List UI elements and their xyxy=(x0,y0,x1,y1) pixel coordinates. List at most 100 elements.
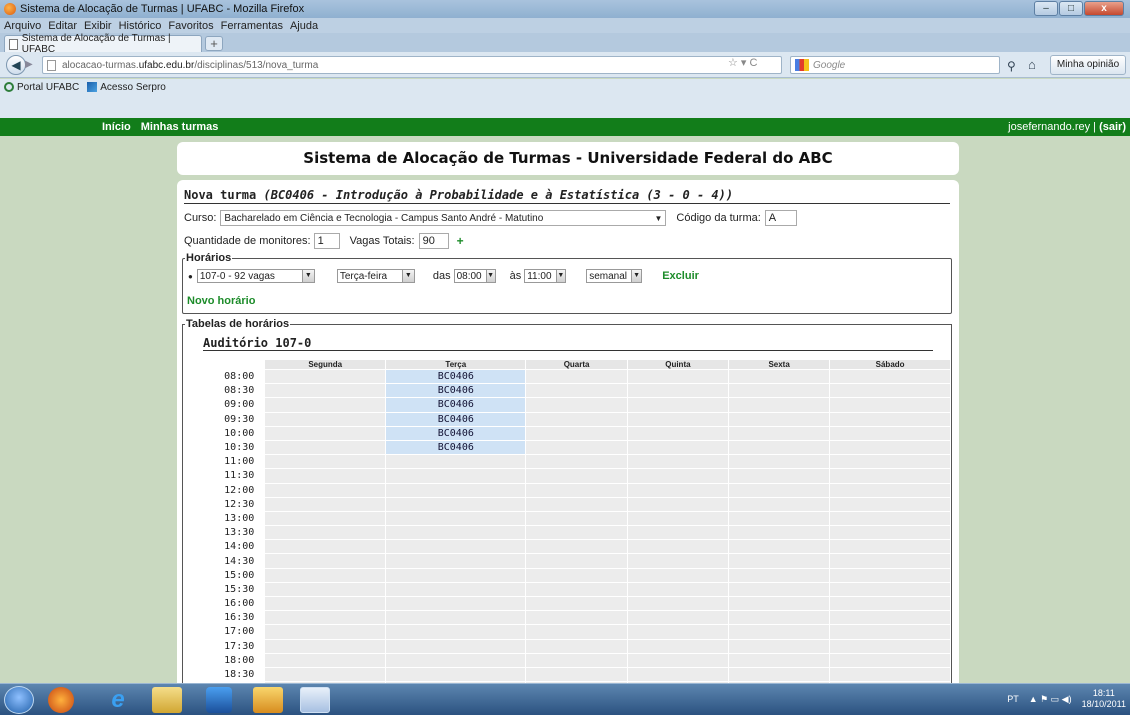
monitores-row: Quantidade de monitores: 1 Vagas Totais:… xyxy=(184,233,464,249)
opinion-button[interactable]: Minha opinião xyxy=(1050,55,1126,75)
star-reload-icons[interactable]: ☆ ▾ C xyxy=(728,56,757,69)
empty-slot xyxy=(829,525,951,541)
empty-slot xyxy=(385,624,527,640)
empty-slot xyxy=(626,638,730,654)
table-row: 12:00 xyxy=(202,482,951,498)
mail-taskbar-icon[interactable] xyxy=(253,687,283,713)
table-row: 10:30 BC0406 xyxy=(202,439,951,456)
as-select[interactable]: 11:00 ▼ xyxy=(524,269,567,283)
empty-slot xyxy=(829,666,951,683)
occupied-slot: BC0406 xyxy=(385,411,527,427)
minimize-button[interactable]: – xyxy=(1034,1,1058,16)
sala-title: Auditório 107-0 xyxy=(203,336,933,351)
das-select[interactable]: 08:00 ▼ xyxy=(453,269,496,283)
empty-slot xyxy=(829,439,951,456)
course-title: (BC0406 - Introdução à Probabilidade e à… xyxy=(263,188,734,202)
empty-slot xyxy=(626,439,730,456)
add-vagas-button[interactable]: + xyxy=(457,234,464,248)
new-tab-button[interactable]: + xyxy=(205,36,223,51)
bookmark-serpro[interactable]: Acesso Serpro xyxy=(87,82,166,93)
empty-slot xyxy=(525,525,628,541)
menu-arquivo[interactable]: Arquivo xyxy=(4,20,41,32)
menu-ferramentas[interactable]: Ferramentas xyxy=(221,20,283,32)
sala-select[interactable]: 107-0 - 92 vagas ▼ xyxy=(196,269,315,283)
url-bar[interactable]: alocacao-turmas. ufabc.edu.br/disciplinas… xyxy=(42,56,782,74)
time-cell: 18:30 xyxy=(202,666,266,683)
maximize-button[interactable]: □ xyxy=(1059,1,1083,16)
empty-slot xyxy=(829,510,951,527)
horario-row: ● 107-0 - 92 vagas ▼ Terça-feira ▼ das 08:… xyxy=(188,269,699,283)
menu-exibir[interactable]: Exibir xyxy=(84,20,112,32)
table-row: 10:00 BC0406 xyxy=(202,425,951,441)
table-row: 15:00 xyxy=(202,567,951,583)
empty-slot xyxy=(525,468,628,484)
empty-slot xyxy=(626,553,730,569)
start-button[interactable] xyxy=(4,686,34,714)
menu-historico[interactable]: Histórico xyxy=(119,20,162,32)
time-cell: 09:00 xyxy=(202,397,266,413)
empty-slot xyxy=(728,496,831,512)
search-bar[interactable]: Google xyxy=(790,56,1000,74)
time-cell: 11:00 xyxy=(202,454,266,470)
empty-slot xyxy=(829,624,951,640)
table-row: 11:30 xyxy=(202,468,951,484)
folder-taskbar-icon[interactable] xyxy=(152,687,182,713)
serpro-icon xyxy=(87,82,98,93)
back-button[interactable]: ◀ xyxy=(6,55,26,75)
empty-slot xyxy=(264,454,387,470)
time-cell: 17:00 xyxy=(202,624,266,640)
word-taskbar-icon[interactable] xyxy=(300,687,330,713)
nav-minhas-turmas[interactable]: Minhas turmas xyxy=(141,121,219,133)
search-icon[interactable]: ⚲ xyxy=(1007,59,1016,73)
url-prefix: alocacao-turmas. xyxy=(62,59,139,71)
bookmark-label: Portal UFABC xyxy=(17,82,80,93)
day-header: Sábado xyxy=(829,359,951,370)
dia-select[interactable]: Terça-feira ▼ xyxy=(336,269,415,283)
nav-inicio[interactable]: Início xyxy=(102,121,131,133)
excluir-link[interactable]: Excluir xyxy=(662,270,699,282)
empty-slot xyxy=(264,439,387,456)
forward-button[interactable]: ▶ xyxy=(25,58,39,72)
close-button[interactable]: x xyxy=(1084,1,1124,16)
language-indicator[interactable]: PT xyxy=(1007,694,1019,704)
ie-taskbar-icon[interactable]: e xyxy=(96,687,140,713)
page-icon xyxy=(47,59,56,71)
empty-slot xyxy=(264,567,387,583)
empty-slot xyxy=(829,595,951,612)
media-player-taskbar-icon[interactable] xyxy=(206,687,232,713)
curso-value: Bacharelado em Ciência e Tecnologia - Ca… xyxy=(224,212,544,224)
menu-ajuda[interactable]: Ajuda xyxy=(290,20,318,32)
empty-slot xyxy=(626,581,730,598)
clock[interactable]: 18:11 18/10/2011 xyxy=(1082,688,1126,710)
empty-slot xyxy=(525,411,628,427)
home-icon[interactable]: ⌂ xyxy=(1028,57,1036,72)
curso-select[interactable]: Bacharelado em Ciência e Tecnologia - Ca… xyxy=(220,210,667,226)
browser-spacer xyxy=(0,96,1130,118)
logout-link[interactable]: (sair) xyxy=(1099,121,1126,133)
firefox-icon xyxy=(4,3,16,15)
monitores-input[interactable]: 1 xyxy=(313,233,340,249)
chevron-down-icon: ▼ xyxy=(401,270,414,282)
bookmark-portal[interactable]: Portal UFABC xyxy=(4,82,79,93)
empty-slot xyxy=(728,425,831,441)
occupied-slot: BC0406 xyxy=(385,439,527,456)
vagas-input[interactable]: 90 xyxy=(418,233,449,249)
menu-editar[interactable]: Editar xyxy=(48,20,77,32)
empty-slot xyxy=(728,652,831,668)
empty-slot xyxy=(264,425,387,441)
das-value: 08:00 xyxy=(456,270,482,282)
sala-value: 107-0 - 92 vagas xyxy=(199,270,275,282)
firefox-taskbar-icon[interactable] xyxy=(48,687,74,713)
empty-slot xyxy=(829,553,951,569)
browser-tab[interactable]: Sistema de Alocação de Turmas | UFABC xyxy=(4,33,202,55)
codigo-input[interactable]: A xyxy=(764,210,797,226)
empty-slot xyxy=(626,567,730,583)
freq-select[interactable]: semanal ▼ xyxy=(586,269,643,283)
horarios-fieldset: Horários ● 107-0 - 92 vagas ▼ Terça-feira… xyxy=(182,252,952,314)
day-header: Terça xyxy=(385,359,527,370)
schedule-header-row: Segunda Terça Quarta Quinta Sexta Sábado xyxy=(202,359,951,370)
menu-favoritos[interactable]: Favoritos xyxy=(168,20,213,32)
novo-horario-link[interactable]: Novo horário xyxy=(187,295,255,307)
curso-label: Curso: xyxy=(184,212,217,224)
tray-icons[interactable]: ▲ ⚑ ▭ ◀) xyxy=(1029,694,1072,705)
